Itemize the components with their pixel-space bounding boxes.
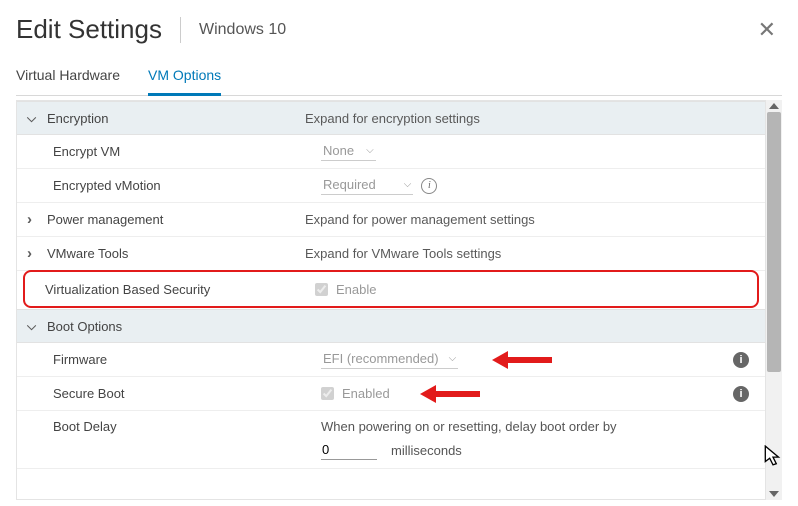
- chevron-down-icon: ⌵: [404, 179, 412, 190]
- chevron-down-icon: [27, 319, 37, 334]
- vmotion-select[interactable]: Required ⌵: [321, 176, 413, 195]
- row-vbs: Virtualization Based Security Enable: [25, 272, 757, 306]
- section-boot-header[interactable]: Boot Options: [17, 309, 765, 343]
- tools-title: VMware Tools: [47, 246, 305, 261]
- boot-delay-text: When powering on or resetting, delay boo…: [321, 419, 617, 434]
- info-icon[interactable]: i: [733, 352, 749, 368]
- boot-delay-label: Boot Delay: [53, 419, 321, 434]
- info-icon[interactable]: i: [733, 386, 749, 402]
- vertical-scrollbar[interactable]: [766, 100, 782, 500]
- info-icon[interactable]: i: [421, 178, 437, 194]
- section-encryption-header[interactable]: Encryption Expand for encryption setting…: [17, 101, 765, 135]
- chevron-down-icon: ⌵: [449, 353, 457, 364]
- chevron-right-icon: [27, 211, 37, 228]
- firmware-label: Firmware: [53, 352, 321, 367]
- tools-summary: Expand for VMware Tools settings: [305, 246, 755, 261]
- chevron-right-icon: [27, 245, 37, 262]
- row-encrypt-vm: Encrypt VM None ⌵: [17, 135, 765, 169]
- secure-boot-checkbox[interactable]: [321, 387, 334, 400]
- chevron-down-icon: ⌵: [366, 145, 374, 156]
- encrypt-vm-value: None: [323, 143, 354, 158]
- header-divider: [180, 17, 181, 43]
- settings-content: Encryption Expand for encryption setting…: [16, 100, 766, 500]
- arrow-annotation: [420, 387, 480, 401]
- firmware-value: EFI (recommended): [323, 351, 439, 366]
- boot-delay-unit: milliseconds: [391, 443, 462, 458]
- power-title: Power management: [47, 212, 305, 227]
- vbs-title: Virtualization Based Security: [45, 282, 315, 297]
- vbs-highlight-annotation: Virtualization Based Security Enable: [23, 270, 759, 308]
- scroll-up-arrow-icon[interactable]: [769, 103, 779, 109]
- tab-virtual-hardware[interactable]: Virtual Hardware: [16, 61, 120, 95]
- section-tools-header[interactable]: VMware Tools Expand for VMware Tools set…: [17, 237, 765, 271]
- dialog-title: Edit Settings: [16, 14, 162, 45]
- secure-boot-checkbox-label: Enabled: [342, 386, 390, 401]
- row-secure-boot: Secure Boot Enabled i: [17, 377, 765, 411]
- vbs-enable-checkbox[interactable]: [315, 283, 328, 296]
- tab-bar: Virtual Hardware VM Options: [16, 61, 782, 96]
- boot-title: Boot Options: [47, 319, 305, 334]
- scroll-down-arrow-icon[interactable]: [769, 491, 779, 497]
- firmware-select[interactable]: EFI (recommended) ⌵: [321, 350, 458, 369]
- close-icon[interactable]: ✕: [752, 17, 782, 43]
- chevron-down-icon: [27, 111, 37, 126]
- power-summary: Expand for power management settings: [305, 212, 755, 227]
- scrollbar-track[interactable]: [766, 112, 782, 488]
- content-scroll-area: Encryption Expand for encryption setting…: [16, 100, 782, 500]
- dialog-header: Edit Settings Windows 10 ✕: [16, 8, 782, 61]
- vbs-enable-label: Enable: [336, 282, 376, 297]
- section-encryption-summary: Expand for encryption settings: [305, 111, 755, 126]
- row-firmware: Firmware EFI (recommended) ⌵ i: [17, 343, 765, 377]
- arrow-annotation: [492, 353, 552, 367]
- boot-delay-input[interactable]: [321, 440, 377, 460]
- tab-vm-options[interactable]: VM Options: [148, 61, 221, 96]
- vmotion-label: Encrypted vMotion: [53, 178, 321, 193]
- section-encryption-title: Encryption: [47, 111, 305, 126]
- edit-settings-dialog: Edit Settings Windows 10 ✕ Virtual Hardw…: [0, 0, 798, 506]
- row-encrypted-vmotion: Encrypted vMotion Required ⌵ i: [17, 169, 765, 203]
- section-power-header[interactable]: Power management Expand for power manage…: [17, 203, 765, 237]
- scrollbar-thumb[interactable]: [767, 112, 781, 372]
- secure-boot-label: Secure Boot: [53, 386, 321, 401]
- vmotion-value: Required: [323, 177, 376, 192]
- encrypt-vm-select[interactable]: None ⌵: [321, 142, 376, 161]
- dialog-subtitle: Windows 10: [199, 21, 286, 39]
- encrypt-vm-label: Encrypt VM: [53, 144, 321, 159]
- row-boot-delay: Boot Delay When powering on or resetting…: [17, 411, 765, 469]
